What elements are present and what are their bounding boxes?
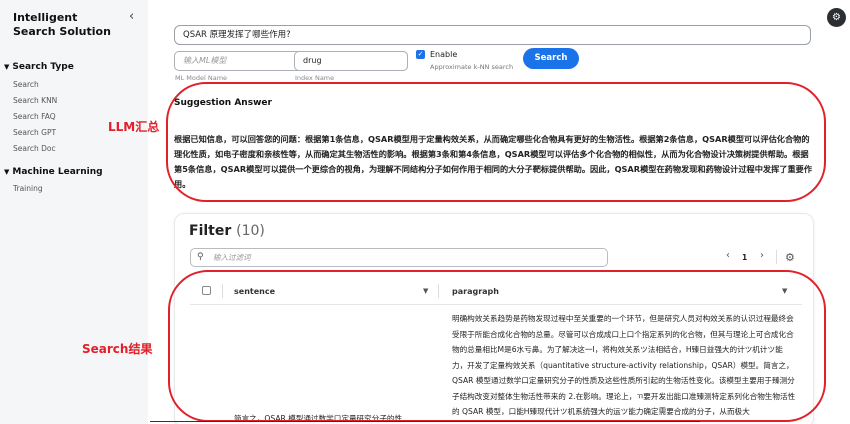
suggestion-title: Suggestion Answer: [174, 98, 272, 108]
sort-down-icon[interactable]: ▼: [423, 287, 428, 295]
sidebar-item-search[interactable]: Search: [13, 80, 39, 89]
table-cell-paragraph: 明确构效关系趋势是药物发现过程中至关重要的一个环节，但是研究人员对构效关系的认识…: [452, 314, 796, 416]
section-search-type[interactable]: ▼ Search Type: [4, 62, 74, 72]
enable-label: Enable: [430, 50, 458, 59]
section-machine-learning[interactable]: ▼ Machine Learning: [4, 167, 103, 177]
sort-down-icon[interactable]: ▼: [782, 287, 787, 295]
suggestion-answer: 根据已知信息，可以回答您的问题：根据第1条信息，QSAR模型用于定量构效关系，从…: [174, 134, 813, 189]
app-brand: Intelligent Search Solution: [13, 11, 111, 38]
search-annotation-label: Search结果: [82, 342, 153, 356]
chevron-left-icon[interactable]: ‹: [129, 9, 134, 24]
sidebar-item-search-gpt[interactable]: Search GPT: [13, 128, 56, 137]
knn-checkbox[interactable]: ✓: [416, 50, 425, 59]
page-number: 1: [742, 253, 748, 262]
next-page-icon[interactable]: ›: [760, 250, 764, 261]
prev-page-icon[interactable]: ‹: [726, 250, 730, 261]
column-divider: [222, 284, 223, 298]
column-header-paragraph[interactable]: paragraph: [452, 287, 499, 296]
filter-input[interactable]: 输入过滤词: [190, 248, 608, 267]
select-all-checkbox[interactable]: [202, 286, 211, 295]
bottom-divider: [150, 421, 700, 422]
sidebar-item-training[interactable]: Training: [13, 184, 43, 193]
column-divider: [438, 284, 439, 298]
gear-icon[interactable]: ⚙: [827, 8, 846, 27]
sidebar-item-search-faq[interactable]: Search FAQ: [13, 112, 56, 121]
table-header-divider: [190, 304, 802, 305]
llm-annotation-label: LLM汇总: [108, 120, 160, 134]
query-input[interactable]: QSAR 原理发挥了哪些作用?: [174, 25, 811, 45]
ml-model-label: ML Model Name: [175, 74, 228, 82]
search-button[interactable]: Search: [523, 48, 579, 69]
filter-title: Filter (10): [189, 223, 265, 239]
settings-icon[interactable]: ⚙: [785, 251, 795, 264]
caret-down-icon: ▼: [4, 168, 10, 176]
enable-sublabel: Approximate k-NN search: [430, 63, 514, 71]
sidebar: Intelligent Search Solution ‹ ▼ Search Ty…: [0, 0, 148, 424]
sidebar-item-search-knn[interactable]: Search KNN: [13, 96, 57, 105]
table-cell-sentence: 简言之，QSAR 模型通过数学口定量研究分子的性: [234, 414, 403, 423]
sidebar-item-search-doc[interactable]: Search Doc: [13, 144, 56, 153]
filter-count: (10): [236, 223, 265, 239]
search-icon: ⚲: [197, 252, 204, 262]
pager-divider: [776, 250, 777, 264]
index-name-label: Index Name: [295, 74, 335, 82]
column-header-sentence[interactable]: sentence: [234, 287, 275, 296]
index-name-input[interactable]: drug: [294, 51, 408, 71]
caret-down-icon: ▼: [4, 63, 10, 71]
